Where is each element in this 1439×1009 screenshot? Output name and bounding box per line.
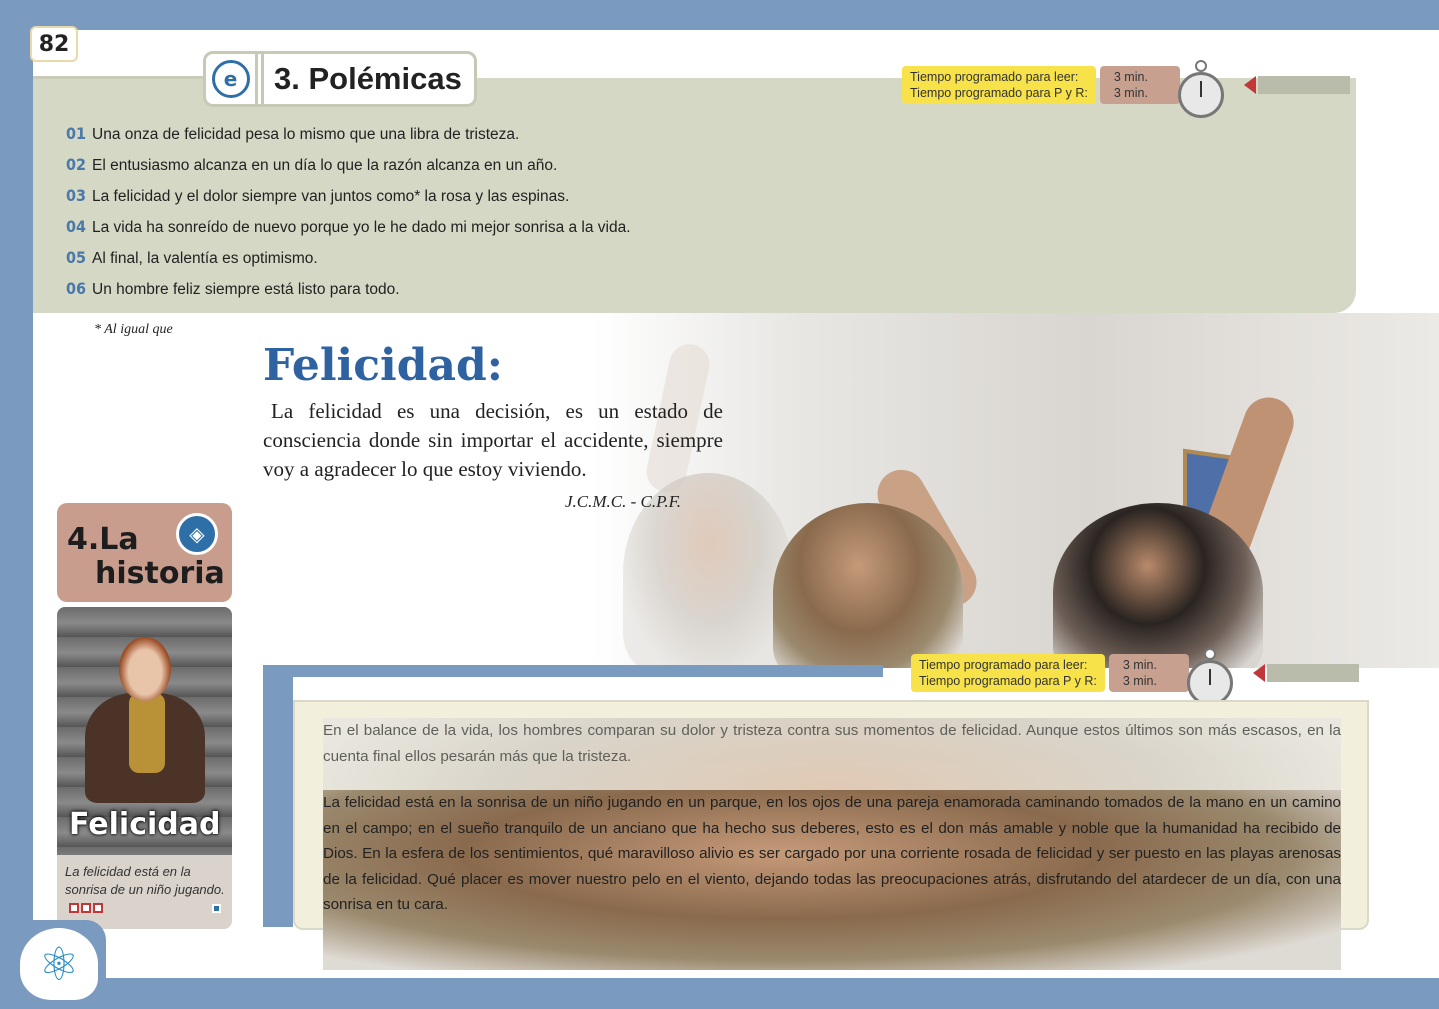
timer-labels: Tiempo programado para leer: Tiempo prog…	[902, 66, 1096, 104]
square-marker-icon	[212, 904, 221, 913]
timer-values: 3 min. 3 min.	[1099, 66, 1180, 104]
story-text-panel: En el balance de la vida, los hombres co…	[293, 700, 1369, 970]
timer-labels: Tiempo programado para leer: Tiempo prog…	[911, 654, 1105, 692]
quote-text: Un hombre feliz siempre está listo para …	[92, 281, 400, 298]
timer-top: Tiempo programado para leer: Tiempo prog…	[902, 60, 1350, 118]
quote-number: 03	[66, 186, 87, 205]
feature-headline: Felicidad:	[263, 340, 504, 391]
quote-number: 02	[66, 155, 87, 174]
timer-value-read: 3 min.	[1122, 658, 1157, 672]
pagination-dots	[69, 903, 103, 913]
marker-arrow-icon	[1252, 664, 1265, 682]
quote-item: 06 Un hombre feliz siempre está listo pa…	[66, 279, 631, 310]
quote-item: 04 La vida ha sonreído de nuevo porque y…	[66, 217, 631, 248]
title-rule	[33, 76, 208, 79]
quote-text: La vida ha sonreído de nuevo porque yo l…	[92, 219, 631, 236]
feature-body: La felicidad es una decisión, es un esta…	[263, 399, 723, 481]
quote-item: 01 Una onza de felicidad pesa lo mismo q…	[66, 124, 631, 155]
timer-label-read: Tiempo programado para leer:	[910, 70, 1079, 84]
quote-item: 05 Al final, la valentía es optimismo.	[66, 248, 631, 279]
timer-label-pr: Tiempo programado para P y R:	[910, 86, 1088, 100]
stopwatch-icon	[1176, 60, 1226, 118]
publisher-logo: ⚛	[14, 920, 106, 1008]
person-middle	[773, 503, 963, 668]
section-header: e 3. Polémicas	[203, 51, 477, 107]
quote-item: 03 La felicidad y el dolor siempre van j…	[66, 186, 631, 217]
section-title: 3. Polémicas	[274, 61, 462, 96]
timer-label-pr: Tiempo programado para P y R:	[919, 674, 1097, 688]
story-card-title: Felicidad	[69, 807, 221, 842]
footnote: * Al igual que	[94, 322, 173, 337]
historia-line2: historia	[95, 556, 225, 591]
timer-value-pr: 3 min.	[1122, 674, 1157, 688]
quote-text: El entusiasmo alcanza en un día lo que l…	[92, 157, 558, 174]
progress-bar	[1257, 76, 1350, 94]
story-card-caption: La felicidad está en la sonrisa de un ni…	[65, 864, 225, 897]
quote-number: 05	[66, 248, 87, 267]
progress-bar	[1266, 664, 1359, 682]
quote-item: 02 El entusiasmo alcanza en un día lo qu…	[66, 155, 631, 186]
timer-value-read: 3 min.	[1113, 70, 1148, 84]
timer-bottom: Tiempo programado para leer: Tiempo prog…	[911, 648, 1359, 706]
stopwatch-icon	[1185, 648, 1235, 706]
panel-left-post	[263, 665, 293, 927]
quote-list: 01 Una onza de felicidad pesa lo mismo q…	[66, 124, 631, 310]
person-right	[1053, 503, 1263, 668]
feature-signature: J.C.M.C. - C.P.F.	[565, 492, 682, 511]
atom-head-logo-icon: ⚛	[20, 928, 98, 1000]
polemicas-badge-icon: e	[206, 54, 258, 104]
marker-arrow-icon	[1243, 76, 1256, 94]
quote-text: La felicidad y el dolor siempre van junt…	[92, 188, 570, 205]
timer-label-read: Tiempo programado para leer:	[919, 658, 1088, 672]
dot-icon	[81, 903, 91, 913]
quote-number: 01	[66, 124, 87, 143]
historia-section-badge: 4.La historia ◈	[57, 503, 232, 602]
timer-value-pr: 3 min.	[1113, 86, 1148, 100]
quote-text: Al final, la valentía es optimismo.	[92, 250, 318, 267]
dot-icon	[93, 903, 103, 913]
panel-top-bar	[263, 665, 883, 677]
dot-icon	[69, 903, 79, 913]
timer-values: 3 min. 3 min.	[1108, 654, 1189, 692]
quote-number: 04	[66, 217, 87, 236]
quote-text: Una onza de felicidad pesa lo mismo que …	[92, 126, 520, 143]
story-card: Felicidad La felicidad está en la sonris…	[57, 607, 232, 929]
badge-glyph: e	[211, 60, 250, 98]
historia-badge-icon: ◈	[176, 513, 218, 555]
story-paragraph-2: La felicidad está en la sonrisa de un ni…	[323, 790, 1341, 970]
page-number: 82	[30, 26, 78, 62]
quote-number: 06	[66, 279, 87, 298]
